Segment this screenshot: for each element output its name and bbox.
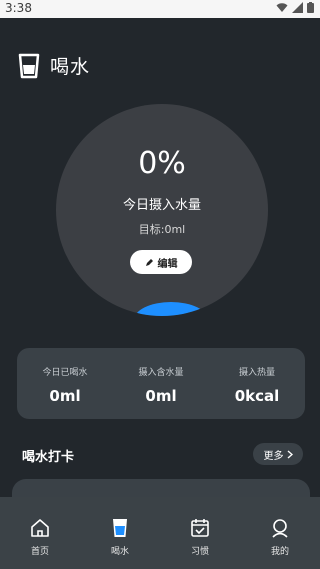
bottom-tab-bar: 首页 喝水 习惯 我的 (0, 497, 320, 569)
more-label: 更多 (263, 450, 284, 462)
tab-home[interactable]: 首页 (0, 497, 80, 569)
signal-icon (292, 2, 303, 13)
goal-value: 0ml (164, 223, 186, 236)
stat-water-content: 摄入含水量 0ml (113, 348, 209, 419)
water-cup-icon (113, 519, 127, 537)
stat-label: 摄入含水量 (138, 368, 184, 378)
status-bar: 3:38 (0, 0, 320, 18)
wifi-icon (276, 3, 288, 12)
stat-value: 0ml (145, 387, 177, 405)
stat-water-drunk: 今日已喝水 0ml (17, 348, 113, 419)
tab-habits[interactable]: 习惯 (160, 497, 240, 569)
tab-water[interactable]: 喝水 (80, 497, 160, 569)
stat-label: 今日已喝水 (42, 368, 88, 378)
battery-icon (307, 2, 314, 13)
more-button[interactable]: 更多 (253, 443, 303, 465)
tab-label: 喝水 (110, 547, 129, 557)
stat-value: 0ml (49, 387, 81, 405)
home-icon (31, 519, 49, 537)
tab-profile[interactable]: 我的 (240, 497, 320, 569)
goal-label: 目标: (138, 223, 165, 236)
water-glass-icon (18, 53, 40, 78)
status-time: 3:38 (5, 1, 32, 15)
intake-percent: 0% (138, 146, 186, 181)
profile-icon (272, 519, 288, 538)
edit-goal-label: 编辑 (157, 258, 178, 270)
water-intake-gauge: 0% 今日摄入水量 目标:0ml 编辑 (56, 104, 268, 316)
pencil-icon (145, 258, 153, 266)
intake-subtitle: 今日摄入水量 (122, 198, 201, 213)
tab-label: 我的 (270, 547, 289, 557)
status-icons (276, 2, 314, 13)
intake-stats-card: 今日已喝水 0ml 摄入含水量 0ml 摄入热量 0kcal (17, 348, 305, 419)
edit-goal-button[interactable]: 编辑 (130, 250, 192, 274)
stat-value: 0kcal (234, 387, 280, 405)
stat-calories: 摄入热量 0kcal (209, 348, 305, 419)
checkin-section-title: 喝水打卡 (22, 450, 75, 465)
page-title: 喝水 (50, 56, 91, 78)
water-level-fill (134, 302, 208, 316)
tab-label: 习惯 (190, 547, 209, 557)
stat-label: 摄入热量 (238, 368, 275, 378)
calendar-check-icon (191, 519, 209, 537)
chevron-right-icon (287, 449, 293, 459)
goal-text: 目标:0ml (56, 221, 268, 237)
page-header: 喝水 (18, 52, 90, 79)
tab-label: 首页 (30, 547, 49, 557)
